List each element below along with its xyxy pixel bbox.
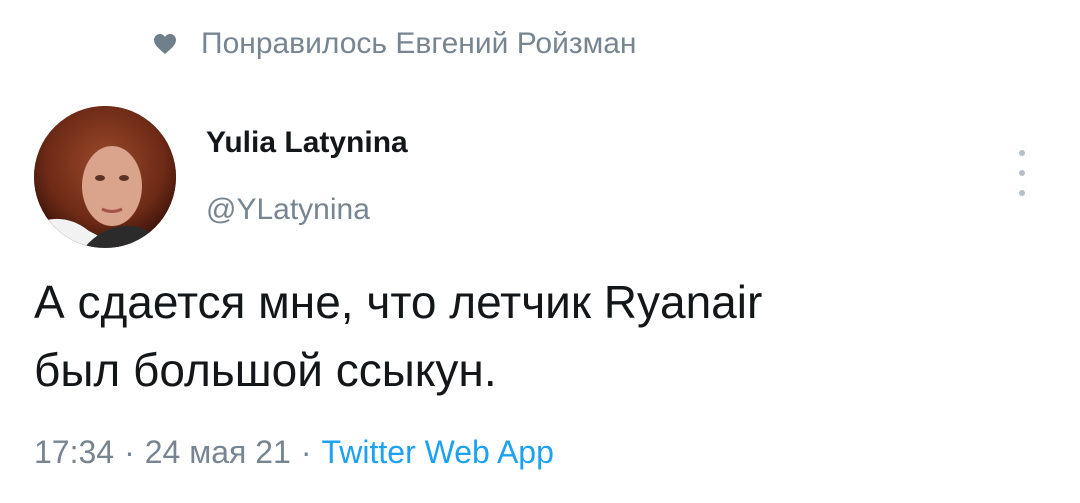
meta-separator: · [300, 434, 312, 470]
tweet-time[interactable]: 17:34 [34, 434, 114, 471]
tweet-date[interactable]: 24 мая 21 [145, 434, 291, 471]
more-vertical-icon[interactable] [1012, 150, 1032, 196]
tweet-meta: 17:34 · 24 мая 21 · Twitter Web App [34, 434, 554, 471]
social-context: Понравилось Евгений Ройзман [153, 24, 636, 64]
liked-by-text[interactable]: Понравилось Евгений Ройзман [201, 27, 636, 61]
author-name[interactable]: Yulia Latynina [206, 126, 408, 160]
meta-separator: · [124, 434, 135, 470]
tweet-line: был большой ссыкун. [34, 344, 497, 396]
avatar[interactable] [34, 106, 176, 248]
tweet-line: А сдается мне, что летчик Ryanair [34, 276, 763, 328]
author-handle[interactable]: @YLatynina [206, 193, 370, 227]
heart-icon [154, 34, 176, 54]
more-dot [1019, 150, 1025, 156]
avatar-photo [34, 106, 176, 248]
more-dot [1019, 190, 1025, 196]
tweet-text: А сдается мне, что летчик Ryanair был бо… [34, 268, 1034, 404]
more-dot [1019, 170, 1025, 176]
source-link[interactable]: Twitter Web App [321, 434, 553, 471]
